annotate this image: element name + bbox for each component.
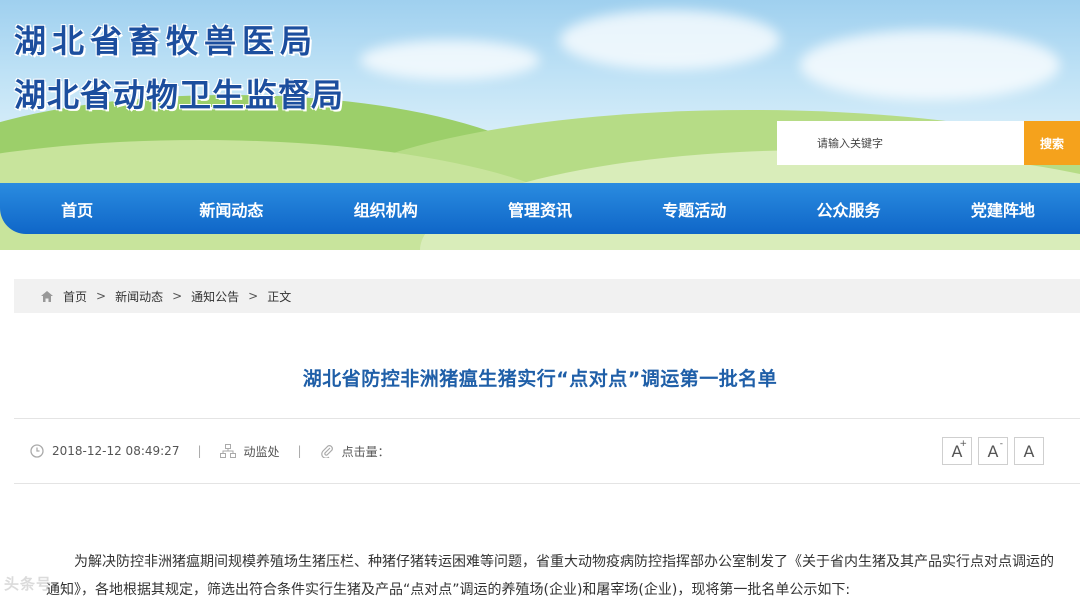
meta-separator: | <box>197 444 202 458</box>
paperclip-icon <box>320 445 333 458</box>
search-input[interactable] <box>777 121 1024 165</box>
main-nav: 首页 新闻动态 组织机构 管理资讯 专题活动 公众服务 党建阵地 <box>0 183 1080 234</box>
watermark: 头条号 <box>4 575 53 593</box>
article-body-paragraph: 为解决防控非洲猪瘟期间规模养殖场生猪压栏、种猪仔猪转运困难等问题，省重大动物疫病… <box>46 554 1054 598</box>
breadcrumb-home[interactable]: 首页 <box>63 288 87 305</box>
divider <box>14 483 1080 484</box>
click-count-label: 点击量： <box>341 444 390 459</box>
department: 动监处 <box>243 444 280 459</box>
nav-item-management[interactable]: 管理资讯 <box>463 183 617 234</box>
breadcrumb-current: 正文 <box>267 289 292 304</box>
font-button-label: A <box>987 441 999 461</box>
divider <box>14 418 1080 419</box>
breadcrumb-separator: > <box>96 289 107 303</box>
breadcrumb: 首页 > 新闻动态 > 通知公告 > 正文 <box>14 279 1080 313</box>
nav-item-public-services[interactable]: 公众服务 <box>771 183 925 234</box>
nav-item-home[interactable]: 首页 <box>0 183 154 234</box>
font-size-controls: A + A- A <box>942 437 1044 465</box>
nav-item-special-topics[interactable]: 专题活动 <box>617 183 771 234</box>
plus-icon: + <box>959 439 967 449</box>
cloud-decoration <box>360 40 540 80</box>
nav-item-organization[interactable]: 组织机构 <box>309 183 463 234</box>
font-button-label: A <box>1023 441 1035 461</box>
breadcrumb-separator: > <box>172 289 183 303</box>
breadcrumb-news[interactable]: 新闻动态 <box>115 288 163 305</box>
search-box <box>777 121 1024 165</box>
publish-date: 2018-12-12 08:49:27 <box>52 444 180 458</box>
meta-separator: | <box>297 444 302 458</box>
cloud-decoration <box>560 10 780 70</box>
nav-item-news[interactable]: 新闻动态 <box>154 183 308 234</box>
clock-icon <box>30 444 44 458</box>
site-title-line2: 湖北省动物卫生监督局 <box>14 76 345 114</box>
minus-icon: - <box>999 439 1003 449</box>
font-increase-button[interactable]: A + <box>942 437 972 465</box>
font-reset-button[interactable]: A <box>1014 437 1044 465</box>
article-title: 湖北省防控非洲猪瘟生猪实行“点对点”调运第一批名单 <box>302 368 778 390</box>
organization-icon <box>219 444 236 458</box>
home-icon <box>41 290 53 302</box>
breadcrumb-separator: > <box>248 289 259 303</box>
site-title-line1: 湖北省畜牧兽医局 <box>14 22 319 60</box>
nav-item-party-building[interactable]: 党建阵地 <box>926 183 1080 234</box>
search-button[interactable]: 搜索 <box>1024 121 1080 165</box>
breadcrumb-notices[interactable]: 通知公告 <box>191 288 239 305</box>
font-decrease-button[interactable]: A- <box>978 437 1008 465</box>
cloud-decoration <box>800 30 1060 100</box>
article-meta: 2018-12-12 08:49:27 | 动监处 | 点击量： <box>30 440 390 462</box>
